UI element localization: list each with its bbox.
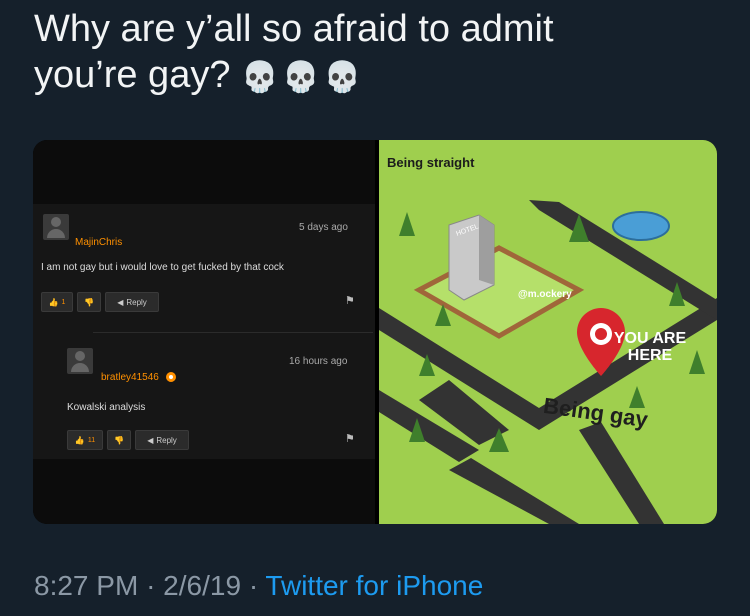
separator: ·	[146, 570, 156, 601]
comment-time: 5 days ago	[299, 222, 348, 233]
tweet-metadata: 8:27 PM · 2/6/19 · Twitter for iPhone	[34, 570, 483, 602]
comment-username: MajinChris	[75, 237, 123, 248]
reply-label: Reply	[126, 297, 147, 307]
like-count: 1	[61, 298, 66, 306]
tweet-time: 8:27 PM	[34, 570, 139, 601]
you-are-here-label: YOU ARE HERE	[613, 330, 687, 364]
watermark: @m.ockery	[518, 289, 572, 300]
separator: ·	[248, 570, 259, 601]
dislike-button[interactable]: 👎	[77, 292, 101, 312]
comment-screenshot: MajinChris 5 days ago I am not gay but i…	[33, 140, 375, 524]
comment-text: Kowalski analysis	[67, 402, 146, 413]
like-button[interactable]: 👍 11	[67, 430, 103, 450]
verified-badge-icon	[165, 372, 176, 383]
flag-icon[interactable]: ⚑	[345, 294, 355, 307]
tweet-source-link[interactable]: Twitter for iPhone	[265, 570, 483, 601]
flag-icon[interactable]: ⚑	[345, 432, 355, 445]
thumbs-down-icon: 👎	[84, 297, 94, 307]
thumbs-down-icon: 👎	[114, 435, 124, 445]
like-count: 11	[87, 436, 96, 444]
map-title: Being straight	[387, 155, 475, 170]
pond	[612, 211, 670, 241]
hotel-side	[479, 215, 494, 285]
comment-text: I am not gay but i would love to get fuc…	[41, 262, 284, 273]
thumbs-up-icon: 👍	[48, 297, 59, 307]
avatar	[67, 348, 93, 374]
comment-time: 16 hours ago	[289, 356, 348, 367]
dislike-button[interactable]: 👎	[107, 430, 131, 450]
tree-icon	[399, 212, 415, 236]
comment-divider	[93, 332, 373, 333]
comment-username: bratley41546	[101, 372, 159, 383]
avatar	[43, 214, 69, 240]
comment-section: MajinChris 5 days ago I am not gay but i…	[33, 204, 375, 459]
reply-button[interactable]: ◀ Reply	[135, 430, 189, 450]
road	[449, 458, 579, 524]
tweet-text-line-1: Why are y’all so afraid to admit	[34, 8, 554, 50]
skull-emoji-icons: 💀💀💀	[241, 61, 366, 94]
tweet-text: Why are y’all so afraid to admit you’re …	[34, 6, 724, 101]
tweet-date: 2/6/19	[163, 570, 242, 601]
tweet-text-line-2: you’re gay?	[34, 54, 231, 96]
thumbs-up-icon: 👍	[74, 435, 85, 445]
reply-label: Reply	[156, 435, 177, 445]
tweet-media[interactable]: MajinChris 5 days ago I am not gay but i…	[33, 140, 717, 524]
reply-arrow-icon: ◀	[117, 297, 124, 307]
reply-arrow-icon: ◀	[147, 435, 154, 445]
map-illustration: HOTEL Being straight @m.ockery YOU ARE H…	[379, 140, 717, 524]
like-button[interactable]: 👍 1	[41, 292, 73, 312]
reply-button[interactable]: ◀ Reply	[105, 292, 159, 312]
road	[579, 422, 664, 524]
